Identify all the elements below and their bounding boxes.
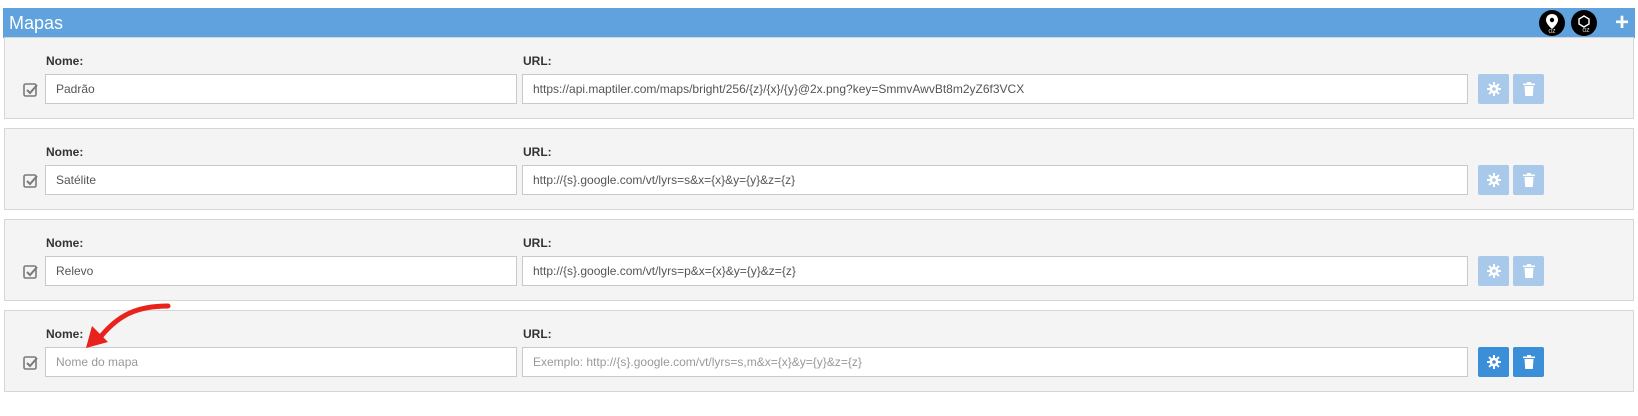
trash-icon bbox=[1522, 264, 1535, 278]
checkbox-checked-icon[interactable] bbox=[23, 173, 39, 189]
url-label: URL: bbox=[523, 236, 552, 250]
url-label: URL: bbox=[523, 327, 552, 341]
url-label: URL: bbox=[523, 54, 552, 68]
map-row: Nome: URL: Padrão https://api.maptiler.c… bbox=[4, 37, 1634, 119]
new-map-name-input[interactable]: Nome do mapa bbox=[45, 347, 517, 377]
gear-icon bbox=[1486, 355, 1501, 369]
trash-icon bbox=[1522, 355, 1535, 369]
checkbox-checked-icon[interactable] bbox=[23, 264, 39, 280]
delete-button[interactable] bbox=[1513, 347, 1544, 377]
trash-icon bbox=[1522, 82, 1535, 96]
map-row: Nome: URL: Relevo http://{s}.google.com/… bbox=[4, 219, 1634, 301]
delete-button[interactable] bbox=[1513, 74, 1544, 104]
settings-button[interactable] bbox=[1478, 165, 1509, 195]
svg-text:OZ: OZ bbox=[1549, 29, 1556, 33]
settings-button[interactable] bbox=[1478, 74, 1509, 104]
map-url-input[interactable]: http://{s}.google.com/vt/lyrs=p&x={x}&y=… bbox=[522, 256, 1468, 286]
gear-icon bbox=[1486, 173, 1501, 187]
cube-logo-icon[interactable]: OZ bbox=[1571, 10, 1597, 36]
delete-button[interactable] bbox=[1513, 256, 1544, 286]
map-url-input[interactable]: https://api.maptiler.com/maps/bright/256… bbox=[522, 74, 1468, 104]
gear-icon bbox=[1486, 82, 1501, 96]
delete-button[interactable] bbox=[1513, 165, 1544, 195]
map-row: Nome: URL: Satélite http://{s}.google.co… bbox=[4, 128, 1634, 210]
checkbox-checked-icon[interactable] bbox=[23, 82, 39, 98]
page-title: Mapas bbox=[9, 13, 64, 33]
name-label: Nome: bbox=[46, 236, 84, 250]
map-url-input[interactable]: http://{s}.google.com/vt/lyrs=s&x={x}&y=… bbox=[522, 165, 1468, 195]
map-name-input[interactable]: Relevo bbox=[45, 256, 517, 286]
checkbox-checked-icon[interactable] bbox=[23, 355, 39, 371]
settings-button[interactable] bbox=[1478, 347, 1509, 377]
svg-text:OZ: OZ bbox=[1583, 28, 1590, 33]
settings-button[interactable] bbox=[1478, 256, 1509, 286]
new-map-url-input[interactable]: Exemplo: http://{s}.google.com/vt/lyrs=s… bbox=[522, 347, 1468, 377]
maps-header: Mapas OZ OZ + bbox=[3, 8, 1635, 38]
gear-icon bbox=[1486, 264, 1501, 278]
map-name-input[interactable]: Satélite bbox=[45, 165, 517, 195]
trash-icon bbox=[1522, 173, 1535, 187]
map-pin-logo-icon[interactable]: OZ bbox=[1539, 10, 1565, 36]
name-label: Nome: bbox=[46, 145, 84, 159]
url-label: URL: bbox=[523, 145, 552, 159]
annotation-arrow-icon bbox=[86, 303, 171, 348]
add-map-button[interactable]: + bbox=[1615, 11, 1629, 35]
map-name-input[interactable]: Padrão bbox=[45, 74, 517, 104]
new-map-row: Nome: URL: Nome do mapa Exemplo: http://… bbox=[4, 310, 1634, 392]
name-label: Nome: bbox=[46, 54, 84, 68]
